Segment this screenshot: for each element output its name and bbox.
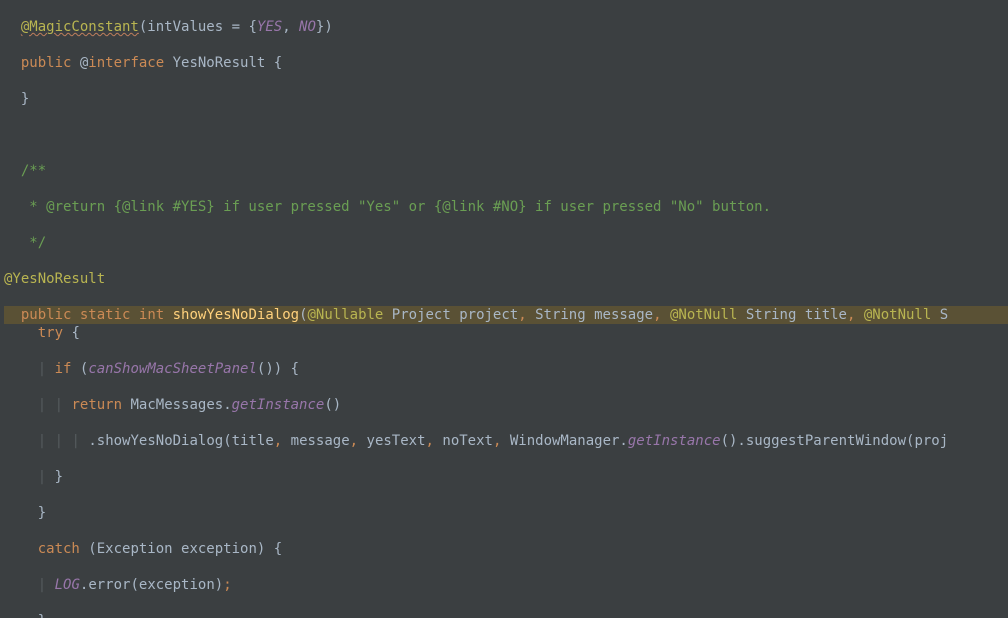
code-line[interactable]: * @return {@link #YES} if user pressed "…	[4, 198, 1008, 216]
code-line[interactable]: | LOG.error(exception);	[4, 576, 1008, 594]
code-line[interactable]: | | | .showYesNoDialog(title, message, y…	[4, 432, 1008, 450]
code-line[interactable]	[4, 126, 1008, 144]
code-line[interactable]: /**	[4, 162, 1008, 180]
code-line[interactable]: @YesNoResult	[4, 270, 1008, 288]
code-line[interactable]: catch (Exception exception) {	[4, 540, 1008, 558]
code-line[interactable]: try {	[4, 324, 1008, 342]
code-line-highlighted[interactable]: public static int showYesNoDialog(@Nulla…	[4, 306, 1008, 324]
code-line[interactable]: | if (canShowMacSheetPanel()) {	[4, 360, 1008, 378]
code-line[interactable]: @MagicConstant(intValues = {YES, NO})	[4, 18, 1008, 36]
code-line[interactable]: }	[4, 90, 1008, 108]
code-line[interactable]: }	[4, 504, 1008, 522]
code-line[interactable]: }	[4, 612, 1008, 618]
code-line[interactable]: public @interface YesNoResult {	[4, 54, 1008, 72]
code-editor[interactable]: @MagicConstant(intValues = {YES, NO}) pu…	[0, 0, 1008, 618]
code-line[interactable]: | }	[4, 468, 1008, 486]
code-line[interactable]: */	[4, 234, 1008, 252]
code-line[interactable]: | | return MacMessages.getInstance()	[4, 396, 1008, 414]
